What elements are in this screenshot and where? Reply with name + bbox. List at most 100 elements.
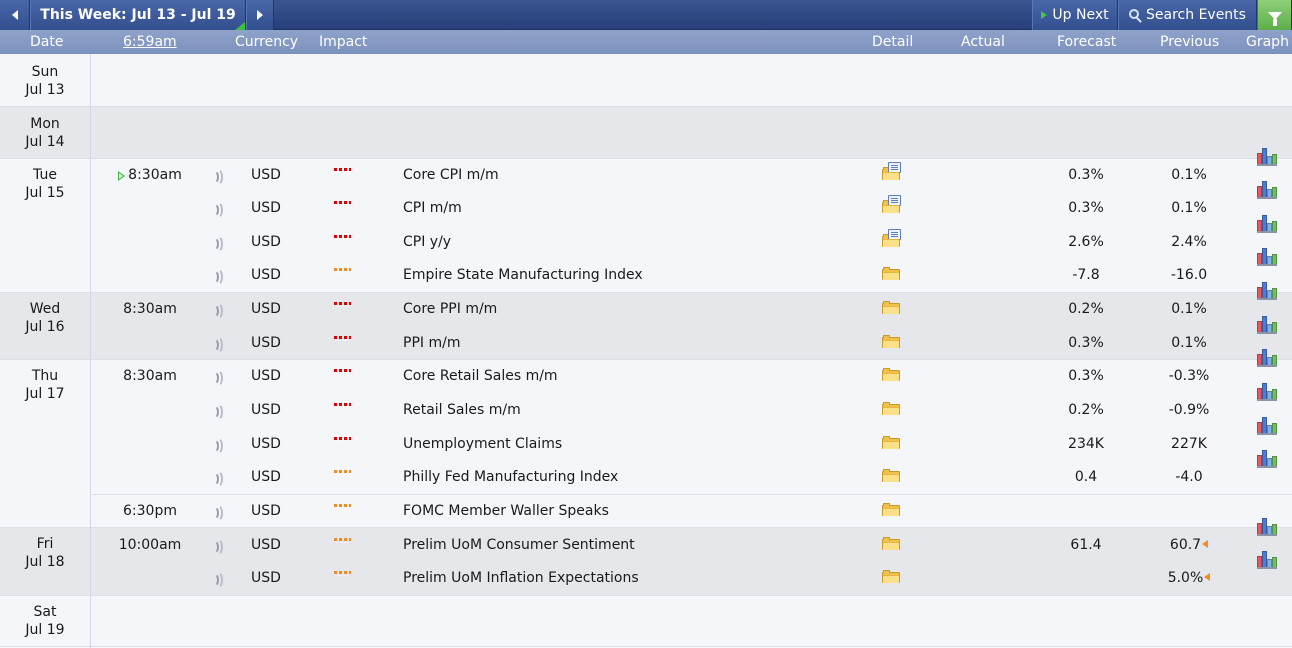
event-title[interactable]: Core Retail Sales m/m: [403, 368, 558, 384]
day-date: Jul 14: [25, 134, 65, 150]
event-previous: -0.3%: [1168, 368, 1210, 384]
revised-down-icon: [1202, 540, 1209, 548]
actual-column-header: Actual: [961, 34, 1005, 50]
event-time: 8:30am: [123, 301, 177, 317]
event-row[interactable]: USD Prelim UoM Inflation Expectations 5.…: [0, 551, 1292, 596]
day-of-week: Sun: [31, 64, 59, 80]
event-previous: 0.1%: [1171, 200, 1207, 216]
event-row[interactable]: 8:30am USD Core CPI m/m 0.3% 0.1%: [0, 148, 1292, 193]
event-time: 8:30am: [128, 167, 182, 183]
week-selector-button[interactable]: This Week: Jul 13 - Jul 19: [30, 0, 246, 30]
event-row[interactable]: USD Philly Fed Manufacturing Index 0.4 -…: [0, 450, 1292, 495]
event-currency: USD: [251, 368, 281, 384]
event-title[interactable]: Prelim UoM Inflation Expectations: [403, 570, 639, 586]
event-title[interactable]: Core CPI m/m: [403, 167, 499, 183]
event-currency: USD: [251, 267, 281, 283]
event-forecast: 0.2%: [1068, 301, 1104, 317]
event-currency: USD: [251, 537, 281, 553]
event-title[interactable]: CPI y/y: [403, 234, 451, 250]
date-column-header: Date: [30, 34, 64, 50]
event-previous: 60.7: [1169, 537, 1202, 553]
event-title[interactable]: Unemployment Claims: [403, 436, 562, 452]
day-band-sat: [0, 596, 1292, 648]
filter-icon: [1267, 12, 1282, 26]
event-currency: USD: [251, 234, 281, 250]
event-forecast: 0.3%: [1068, 368, 1104, 384]
event-previous: 0.1%: [1171, 335, 1207, 351]
event-currency: USD: [251, 402, 281, 418]
event-forecast: 0.4: [1074, 469, 1098, 485]
event-row[interactable]: USD PPI m/m 0.3% 0.1%: [0, 316, 1292, 361]
day-cell-sun: Sun Jul 13: [0, 54, 91, 107]
day-date: Jul 19: [25, 622, 65, 638]
event-previous: -4.0: [1175, 469, 1203, 485]
event-previous: 0.1%: [1171, 167, 1207, 183]
day-band-sun: [0, 54, 1292, 107]
event-time: 8:30am: [123, 368, 177, 384]
divider: [0, 646, 1292, 647]
impact-column-header: Impact: [319, 34, 368, 50]
calendar-toolbar: This Week: Jul 13 - Jul 19 Up Next Searc…: [0, 0, 1292, 30]
event-forecast: 0.3%: [1068, 200, 1104, 216]
event-title[interactable]: Core PPI m/m: [403, 301, 497, 317]
event-title[interactable]: PPI m/m: [403, 335, 460, 351]
event-row[interactable]: USD CPI m/m 0.3% 0.1%: [0, 181, 1292, 226]
event-currency: USD: [251, 570, 281, 586]
event-title[interactable]: Philly Fed Manufacturing Index: [403, 469, 618, 485]
event-forecast: 234K: [1068, 436, 1104, 452]
event-currency: USD: [251, 335, 281, 351]
event-currency: USD: [251, 503, 281, 519]
event-row[interactable]: 6:30pm USD FOMC Member Waller Speaks: [0, 495, 1292, 529]
event-forecast: -7.8: [1072, 267, 1100, 283]
event-previous: 2.4%: [1171, 234, 1207, 250]
event-previous-cell: 60.7: [1149, 537, 1229, 553]
event-previous: 227K: [1171, 436, 1207, 452]
day-of-week: Sat: [33, 604, 57, 620]
previous-week-button[interactable]: [0, 0, 30, 30]
revised-down-icon: [1204, 573, 1211, 581]
event-forecast: 2.6%: [1068, 234, 1104, 250]
event-row[interactable]: USD CPI y/y 2.6% 2.4%: [0, 215, 1292, 260]
arrow-left-icon: [11, 10, 18, 20]
day-band-mon: [0, 107, 1292, 159]
up-next-button[interactable]: Up Next: [1032, 0, 1118, 30]
event-row[interactable]: USD Unemployment Claims 234K 227K: [0, 417, 1292, 462]
event-currency: USD: [251, 167, 281, 183]
event-forecast: 0.3%: [1068, 335, 1104, 351]
event-title[interactable]: Empire State Manufacturing Index: [403, 267, 643, 283]
event-title[interactable]: CPI m/m: [403, 200, 462, 216]
currency-column-header: Currency: [235, 34, 299, 50]
graph-column-header: Graph: [1246, 34, 1289, 50]
current-time-link[interactable]: 6:59am: [123, 34, 177, 50]
column-header: Date 6:59am Currency Impact Detail Actua…: [0, 30, 1292, 54]
previous-column-header: Previous: [1160, 34, 1220, 50]
event-previous-cell: 5.0%: [1149, 570, 1229, 586]
event-row[interactable]: 10:00am USD Prelim UoM Consumer Sentimen…: [0, 518, 1292, 563]
event-title[interactable]: Retail Sales m/m: [403, 402, 521, 418]
day-of-week: Mon: [30, 116, 60, 132]
arrow-right-icon: [257, 10, 263, 20]
event-row[interactable]: USD Empire State Manufacturing Index -7.…: [0, 248, 1292, 293]
event-time: 10:00am: [118, 537, 182, 553]
event-row[interactable]: 8:30am USD Core Retail Sales m/m 0.3% -0…: [0, 349, 1292, 394]
day-date: Jul 13: [25, 82, 65, 98]
corner-indicator-icon: [235, 22, 245, 30]
event-title[interactable]: FOMC Member Waller Speaks: [403, 503, 609, 519]
event-previous: -16.0: [1170, 267, 1208, 283]
event-title[interactable]: Prelim UoM Consumer Sentiment: [403, 537, 635, 553]
day-cell-sat: Sat Jul 19: [0, 596, 91, 648]
filter-button[interactable]: [1257, 0, 1292, 30]
event-previous: 0.1%: [1171, 301, 1207, 317]
event-row[interactable]: 8:30am USD Core PPI m/m 0.2% 0.1%: [0, 282, 1292, 327]
next-week-button[interactable]: [246, 0, 274, 30]
week-label: This Week: Jul 13 - Jul 19: [40, 7, 236, 23]
event-row[interactable]: USD Retail Sales m/m 0.2% -0.9%: [0, 383, 1292, 428]
search-events-label: Search Events: [1146, 7, 1246, 23]
event-currency: USD: [251, 301, 281, 317]
event-previous: 5.0%: [1167, 570, 1204, 586]
search-icon: [1129, 9, 1140, 19]
event-previous: -0.9%: [1168, 402, 1210, 418]
event-currency: USD: [251, 436, 281, 452]
event-time: 6:30pm: [123, 503, 177, 519]
search-events-button[interactable]: Search Events: [1118, 0, 1257, 30]
